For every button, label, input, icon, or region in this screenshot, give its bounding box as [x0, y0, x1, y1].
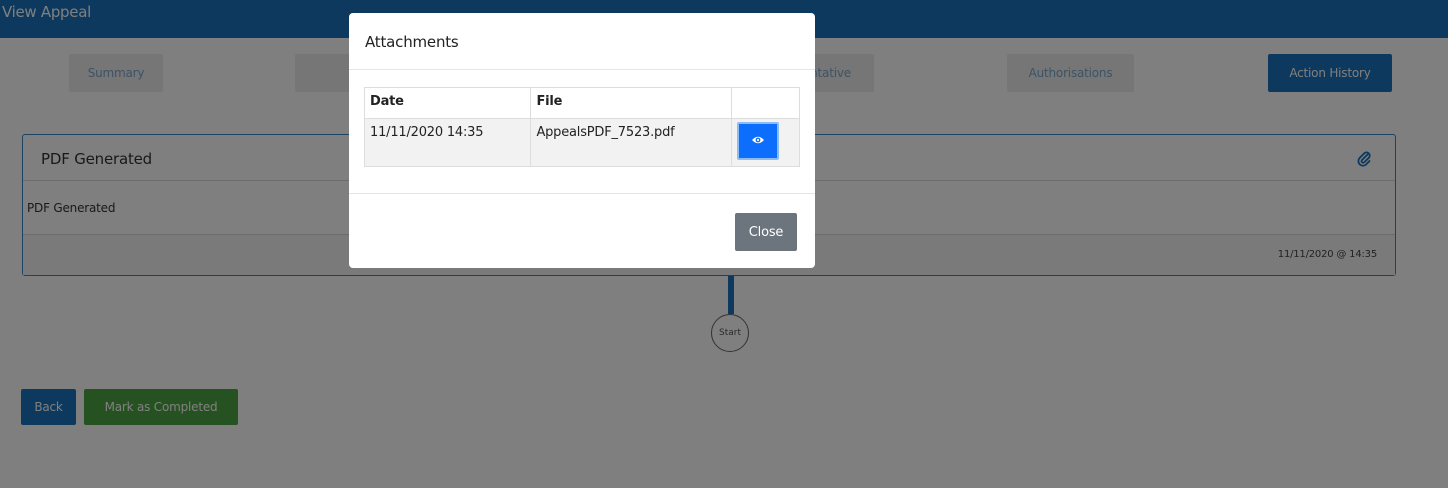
eye-icon	[751, 134, 765, 149]
column-header-actions	[731, 87, 800, 119]
modal-header: Attachments	[349, 13, 815, 70]
table-row: 11/11/2020 14:35 AppealsPDF_7523.pdf	[363, 118, 800, 167]
modal-title: Attachments	[365, 33, 459, 51]
attachments-table: Date File 11/11/2020 14:35 AppealsPDF_75…	[363, 87, 800, 167]
view-attachment-button[interactable]	[737, 122, 780, 160]
attachments-modal: Attachments Date File 11/11/2020 14:35 A…	[349, 13, 815, 268]
cell-actions	[731, 118, 800, 167]
cell-file: AppealsPDF_7523.pdf	[530, 118, 733, 167]
cell-date: 11/11/2020 14:35	[363, 118, 532, 167]
modal-body: Date File 11/11/2020 14:35 AppealsPDF_75…	[349, 70, 815, 194]
table-header-row: Date File	[363, 87, 800, 119]
modal-footer: Close	[349, 194, 815, 268]
close-button[interactable]: Close	[735, 213, 797, 251]
column-header-date: Date	[363, 87, 532, 119]
column-header-file: File	[530, 87, 733, 119]
